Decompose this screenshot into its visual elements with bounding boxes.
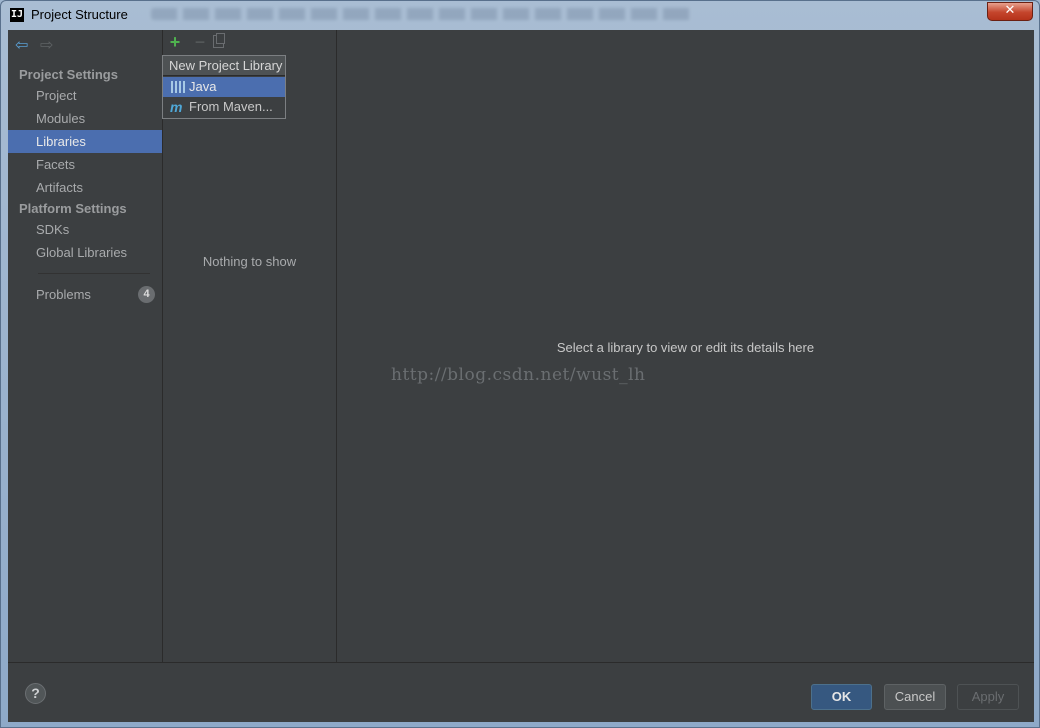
empty-list-text: Nothing to show [202,254,297,269]
cancel-button[interactable]: Cancel [884,684,946,710]
title-bar[interactable]: IJ Project Structure ✕ [1,1,1039,29]
popup-item-label: Java [189,79,217,94]
maven-icon: m [170,99,183,115]
problems-count-badge: 4 [138,286,155,303]
remove-icon[interactable]: − [191,33,209,51]
sidebar-item-facets[interactable]: Facets [8,153,162,176]
intellij-app-icon: IJ [10,8,24,22]
details-placeholder-text: Select a library to view or edit its det… [556,340,815,355]
apply-button[interactable]: Apply [957,684,1019,710]
popup-item-java[interactable]: Java [163,77,285,97]
popup-title: New Project Library [163,56,285,76]
sidebar-item-libraries[interactable]: Libraries [8,130,162,153]
sidebar-item-artifacts[interactable]: Artifacts [8,176,162,199]
dialog-content: ⇦ ⇨ Project Settings Project Modules Lib… [8,30,1034,722]
watermark-text: http://blog.csdn.net/wust_lh [391,365,646,385]
project-structure-window: IJ Project Structure ✕ ⇦ ⇨ Project Setti… [0,0,1040,728]
libraries-list-panel: + − Nothing to show [163,30,337,662]
platform-settings-header: Platform Settings [19,201,127,216]
java-library-icon [171,81,185,93]
blurred-title-path [151,8,691,20]
ok-button[interactable]: OK [811,684,872,710]
popup-item-from-maven[interactable]: m From Maven... [163,97,285,117]
sidebar-item-modules[interactable]: Modules [8,107,162,130]
sidebar-item-global-libraries[interactable]: Global Libraries [8,241,162,264]
sidebar-item-sdks[interactable]: SDKs [8,218,162,241]
copy-icon[interactable] [213,33,225,48]
sidebar-divider [38,273,150,274]
close-button[interactable]: ✕ [987,2,1033,21]
back-arrow-icon[interactable]: ⇦ [15,38,31,54]
sidebar-item-project[interactable]: Project [8,84,162,107]
new-library-popup: New Project Library Java m From Maven... [162,55,286,119]
library-details-panel: Select a library to view or edit its det… [337,30,1034,662]
dialog-footer: ? OK Cancel Apply [8,662,1034,722]
help-icon[interactable]: ? [25,683,46,704]
project-settings-header: Project Settings [19,67,118,82]
popup-item-label: From Maven... [189,99,273,114]
forward-arrow-icon[interactable]: ⇨ [40,38,56,54]
add-icon[interactable]: + [166,33,184,51]
settings-sidebar: ⇦ ⇨ Project Settings Project Modules Lib… [8,30,163,662]
window-title: Project Structure [31,7,128,22]
